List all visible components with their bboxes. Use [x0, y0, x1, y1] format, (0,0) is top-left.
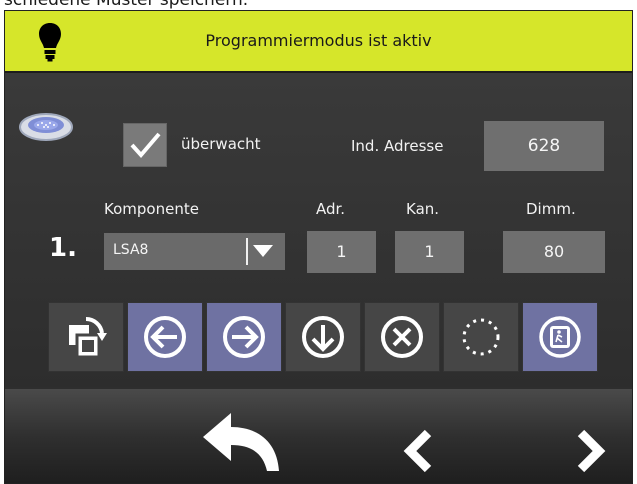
- lamp-icon: [19, 113, 73, 141]
- kan-label: Kan.: [406, 200, 440, 218]
- adr-label: Adr.: [316, 200, 346, 218]
- next-button[interactable]: [573, 429, 609, 473]
- next-icon: [577, 429, 606, 473]
- dimm-field[interactable]: 80: [503, 231, 605, 273]
- kan-field[interactable]: 1: [395, 231, 464, 273]
- device-screen: Programmiermodus ist aktiv überwacht Ind…: [4, 10, 633, 484]
- action-toolbar: [48, 302, 598, 372]
- address-field[interactable]: 628: [484, 121, 604, 171]
- settings-panel: überwacht Ind. Adresse 628 Komponente Ad…: [5, 73, 632, 387]
- copy-rotate-button[interactable]: [48, 302, 124, 372]
- monitored-checkbox[interactable]: [123, 123, 167, 167]
- arrow-left-icon: [144, 316, 186, 358]
- dotted-circle-icon: [462, 318, 500, 356]
- chevron-down-icon: [253, 245, 273, 257]
- rotate-copy-icon: [69, 316, 107, 359]
- caption-text: schiedene Muster speichern.: [4, 0, 504, 9]
- exit-button[interactable]: [522, 302, 598, 372]
- delete-button[interactable]: [364, 302, 440, 372]
- back-button[interactable]: [195, 409, 285, 483]
- move-down-button[interactable]: [285, 302, 361, 372]
- component-value: LSA8: [113, 242, 149, 258]
- checkmark-icon: [130, 132, 161, 159]
- status-text: Programmiermodus ist aktiv: [205, 31, 432, 50]
- back-icon: [203, 413, 279, 471]
- address-label: Ind. Adresse: [351, 137, 444, 155]
- adr-field[interactable]: 1: [307, 231, 376, 273]
- exit-icon: [539, 316, 581, 358]
- component-label: Komponente: [104, 200, 199, 218]
- navigation-bar: [5, 389, 632, 483]
- row-number: 1.: [49, 233, 77, 263]
- move-left-button[interactable]: [127, 302, 203, 372]
- arrow-down-icon: [302, 316, 344, 358]
- previous-icon: [403, 429, 432, 473]
- status-bar: Programmiermodus ist aktiv: [5, 11, 632, 73]
- previous-button[interactable]: [400, 429, 436, 473]
- select-separator: [246, 238, 248, 265]
- test-button[interactable]: [443, 302, 519, 372]
- arrow-right-icon: [223, 316, 265, 358]
- move-right-button[interactable]: [206, 302, 282, 372]
- monitored-label: überwacht: [181, 135, 261, 153]
- close-circle-icon: [381, 316, 423, 358]
- component-select[interactable]: LSA8: [104, 233, 285, 270]
- dimm-label: Dimm.: [526, 200, 576, 218]
